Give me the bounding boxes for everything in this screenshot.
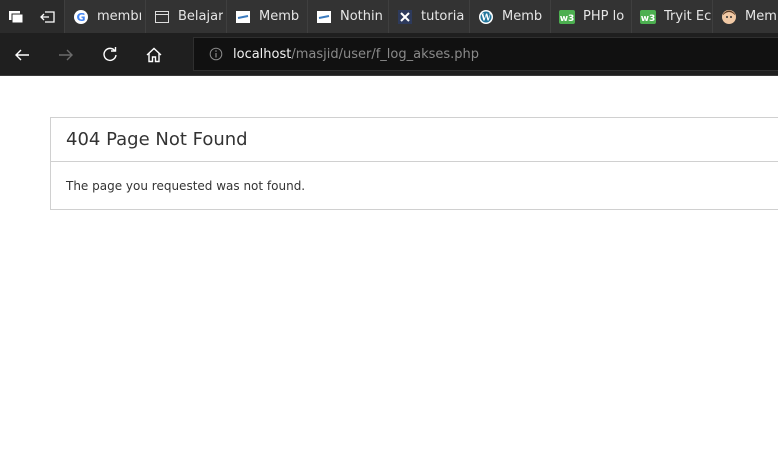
error-container: 404 Page Not Found The page you requeste… <box>50 117 778 210</box>
tab-strip: G membı Belajar Memb Nothin tutoria W Me… <box>0 0 778 33</box>
browser-tab[interactable]: Memb <box>713 0 778 33</box>
svg-text:W: W <box>480 13 492 23</box>
refresh-button[interactable] <box>95 40 125 70</box>
back-button[interactable] <box>7 40 37 70</box>
page-title: 404 Page Not Found <box>51 118 778 162</box>
set-aside-tabs-button[interactable] <box>32 0 65 33</box>
forward-button[interactable] <box>51 40 81 70</box>
set-aside-icon <box>40 10 55 23</box>
home-button[interactable] <box>139 40 169 70</box>
tab-label: membı <box>97 9 143 24</box>
site-icon <box>235 9 251 25</box>
svg-text:w3: w3 <box>560 14 575 24</box>
tab-label: Belajar <box>178 9 224 24</box>
w3-icon: w3 <box>559 9 575 25</box>
tab-actions-icon <box>9 10 24 23</box>
svg-text:w3: w3 <box>641 14 656 24</box>
browser-tab[interactable]: Nothin <box>308 0 389 33</box>
browser-tab[interactable]: G membı <box>65 0 146 33</box>
page-icon <box>154 9 170 25</box>
home-icon <box>146 47 162 63</box>
error-message: The page you requested was not found. <box>66 179 306 193</box>
navigation-bar: localhost/masjid/user/f_log_akses.php <box>0 33 778 76</box>
avatar-icon <box>721 9 737 25</box>
tab-actions-button[interactable] <box>0 0 32 33</box>
address-bar[interactable]: localhost/masjid/user/f_log_akses.php <box>193 37 778 71</box>
tab-label: Nothin <box>340 9 383 24</box>
w3-icon: w3 <box>640 9 656 25</box>
back-arrow-icon <box>15 49 29 61</box>
x-icon <box>397 9 413 25</box>
forward-arrow-icon <box>59 49 73 61</box>
tab-label: Memb <box>259 9 300 24</box>
browser-tab[interactable]: Memb <box>227 0 308 33</box>
browser-tab[interactable]: W Memb <box>470 0 551 33</box>
browser-tab[interactable]: w3 Tryit Ec <box>632 0 713 33</box>
tab-label: Tryit Ec <box>664 9 712 24</box>
tab-label: PHP lo <box>583 9 625 24</box>
tab-label: Memb <box>745 9 778 24</box>
url-path: /masjid/user/f_log_akses.php <box>291 46 480 62</box>
info-icon[interactable] <box>208 46 224 62</box>
browser-tab[interactable]: Belajar <box>146 0 227 33</box>
tab-label: Memb <box>502 9 543 24</box>
tab-label: tutoria <box>421 9 465 24</box>
site-icon <box>316 9 332 25</box>
google-icon: G <box>73 9 89 25</box>
refresh-icon <box>103 47 117 61</box>
browser-tab[interactable]: tutoria <box>389 0 470 33</box>
browser-tab[interactable]: w3 PHP lo <box>551 0 632 33</box>
svg-text:G: G <box>76 11 85 24</box>
url-text: localhost/masjid/user/f_log_akses.php <box>233 47 479 62</box>
url-host: localhost <box>233 46 292 62</box>
wordpress-icon: W <box>478 9 494 25</box>
